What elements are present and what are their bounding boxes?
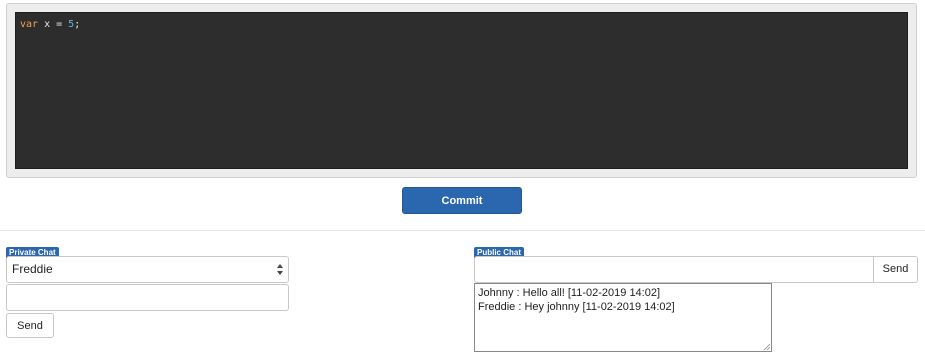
select-value: Freddie [12, 262, 53, 276]
code-editor-panel: var x = 5; [6, 3, 917, 178]
public-message-input[interactable] [474, 256, 874, 283]
resize-grip-icon[interactable] [763, 343, 770, 350]
chat-message: Freddie : Hey johnny [11-02-2019 14:02] [478, 301, 675, 313]
code-keyword: var [20, 19, 39, 30]
private-chat-user-select[interactable]: Freddie [6, 256, 289, 283]
code-text: x = [38, 19, 69, 30]
public-chat-log[interactable]: Johnny : Hello all! [11-02-2019 14:02] F… [474, 283, 772, 352]
commit-button[interactable]: Commit [402, 187, 522, 214]
section-divider [0, 230, 925, 231]
public-send-button[interactable]: Send [873, 256, 918, 283]
code-editor[interactable]: var x = 5; [15, 12, 908, 169]
private-message-input[interactable] [6, 284, 289, 311]
chat-message: Johnny : Hello all! [11-02-2019 14:02] [478, 287, 661, 299]
select-arrows-icon [277, 264, 283, 275]
private-send-button[interactable]: Send [6, 313, 54, 338]
code-terminator: ; [74, 19, 81, 30]
